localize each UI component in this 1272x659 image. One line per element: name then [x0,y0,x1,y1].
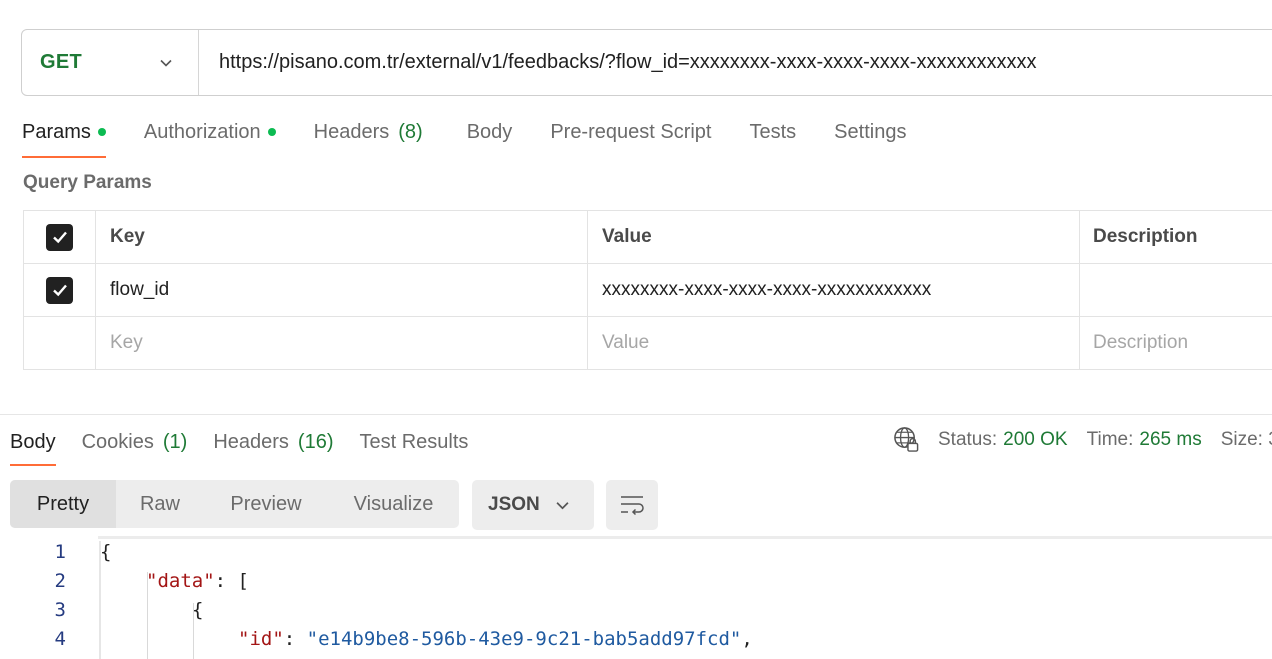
tab-params-label: Params [22,120,91,143]
time-value[interactable]: 265 ms [1139,429,1201,451]
cookies-count: (1) [162,430,188,453]
response-status-bar: Status: 200 OK Time: 265 ms Size: 3 [893,426,1272,453]
tab-settings[interactable]: Settings [834,112,906,152]
new-value-input[interactable]: Value [587,316,1080,370]
check-icon [52,284,67,297]
status-label: Status: [938,428,998,450]
params-indicator-dot [97,128,106,136]
query-params-title: Query Params [23,172,152,193]
select-all-cell [23,210,96,264]
tab-tests[interactable]: Tests [749,112,796,152]
row-checkbox-cell [23,263,96,317]
code-text: "data": [ [146,570,249,592]
key-column-header: Key [95,210,588,264]
network-globe-icon[interactable] [893,426,920,453]
json-punct: , [741,627,753,650]
authorization-indicator-dot [267,128,276,136]
tab-authorization-label: Authorization [143,120,261,143]
tab-headers[interactable]: Headers (8) [314,112,423,152]
json-key: "id" [238,627,284,650]
tab-headers-label: Headers [313,120,390,143]
headers-count: (8) [398,120,423,143]
view-visualize-button[interactable]: Visualize [328,480,459,528]
description-column-header: Description [1079,210,1272,264]
query-params-table: Key Value Description flow_id xxxxxxxx-x… [23,210,1272,370]
line-number: 4 [54,627,66,650]
table-header-row: Key Value Description [23,210,1272,264]
table-row: flow_id xxxxxxxx-xxxx-xxxx-xxxx-xxxxxxxx… [23,263,1272,317]
code-text: { [100,540,112,563]
tab-settings-label: Settings [834,120,907,143]
check-icon [52,231,67,244]
chevron-down-icon [160,59,172,67]
tab-body-label: Body [466,120,513,143]
view-preview-button[interactable]: Preview [204,480,328,528]
view-mode-selector: Pretty Raw Preview Visualize [10,480,459,528]
time-label: Time: [1086,428,1134,450]
empty-checkbox-cell [23,316,96,370]
size-label: Size: 3 [1220,428,1272,450]
tab-tests-label: Tests [749,120,797,143]
response-tabs: Body Cookies (1) Headers (16) Test Resul… [10,424,494,466]
table-row-new: Key Value Description [23,316,1272,370]
tab-test-results-label: Test Results [359,430,469,453]
format-select[interactable]: JSON [472,480,594,530]
tab-response-body[interactable]: Body [10,424,56,466]
value-column-header: Value [587,210,1080,264]
new-description-input[interactable]: Description [1079,316,1272,370]
tab-test-results[interactable]: Test Results [360,424,469,460]
tab-cookies-label: Cookies [81,430,154,453]
code-text: "id": "e14b9be8-596b-43e9-9c21-bab5add97… [238,628,753,650]
tab-body[interactable]: Body [467,112,513,152]
tab-params[interactable]: Params [22,112,106,158]
url-input[interactable]: https://pisano.com.tr/external/v1/feedba… [199,30,1272,95]
tab-response-headers-label: Headers [213,430,289,453]
tab-cookies[interactable]: Cookies (1) [82,424,188,460]
code-text: { [192,598,204,621]
line-number: 3 [54,598,66,621]
request-bar: GET https://pisano.com.tr/external/v1/fe… [21,29,1272,96]
pane-divider[interactable] [0,414,1272,415]
method-select[interactable]: GET [22,30,199,95]
param-key-cell[interactable]: flow_id [95,263,588,317]
param-value-cell[interactable]: xxxxxxxx-xxxx-xxxx-xxxx-xxxxxxxxxxxx [587,263,1080,317]
method-label: GET [40,51,83,73]
tab-response-headers[interactable]: Headers (16) [213,424,333,460]
json-punct: : [ [214,569,249,592]
chevron-down-icon [556,501,569,509]
json-key: "data" [146,569,215,592]
wrap-lines-icon [621,496,644,516]
tab-response-body-label: Body [10,430,56,453]
response-body-editor[interactable]: 1 { 2 "data": [ 3 { 4 "id": "e14b9be8-59… [0,536,1272,659]
new-key-input[interactable]: Key [95,316,588,370]
tab-prerequest-script[interactable]: Pre-request Script [550,112,711,152]
tab-authorization[interactable]: Authorization [144,112,276,152]
view-pretty-button[interactable]: Pretty [10,480,116,528]
view-raw-button[interactable]: Raw [116,480,204,528]
status-value[interactable]: 200 OK [1003,429,1067,451]
param-description-cell[interactable] [1079,263,1272,317]
wrap-lines-button[interactable] [606,480,658,530]
row-checkbox[interactable] [46,276,73,304]
line-number: 2 [54,569,66,592]
format-label: JSON [488,494,540,515]
line-number: 1 [54,540,66,563]
tab-prerequest-label: Pre-request Script [550,120,712,143]
select-all-checkbox[interactable] [46,223,73,251]
request-tabs: Params Authorization Headers (8) Body Pr… [22,112,944,158]
json-string: "e14b9be8-596b-43e9-9c21-bab5add97fcd" [306,627,742,650]
json-punct: : [283,627,307,650]
response-headers-count: (16) [297,430,334,453]
